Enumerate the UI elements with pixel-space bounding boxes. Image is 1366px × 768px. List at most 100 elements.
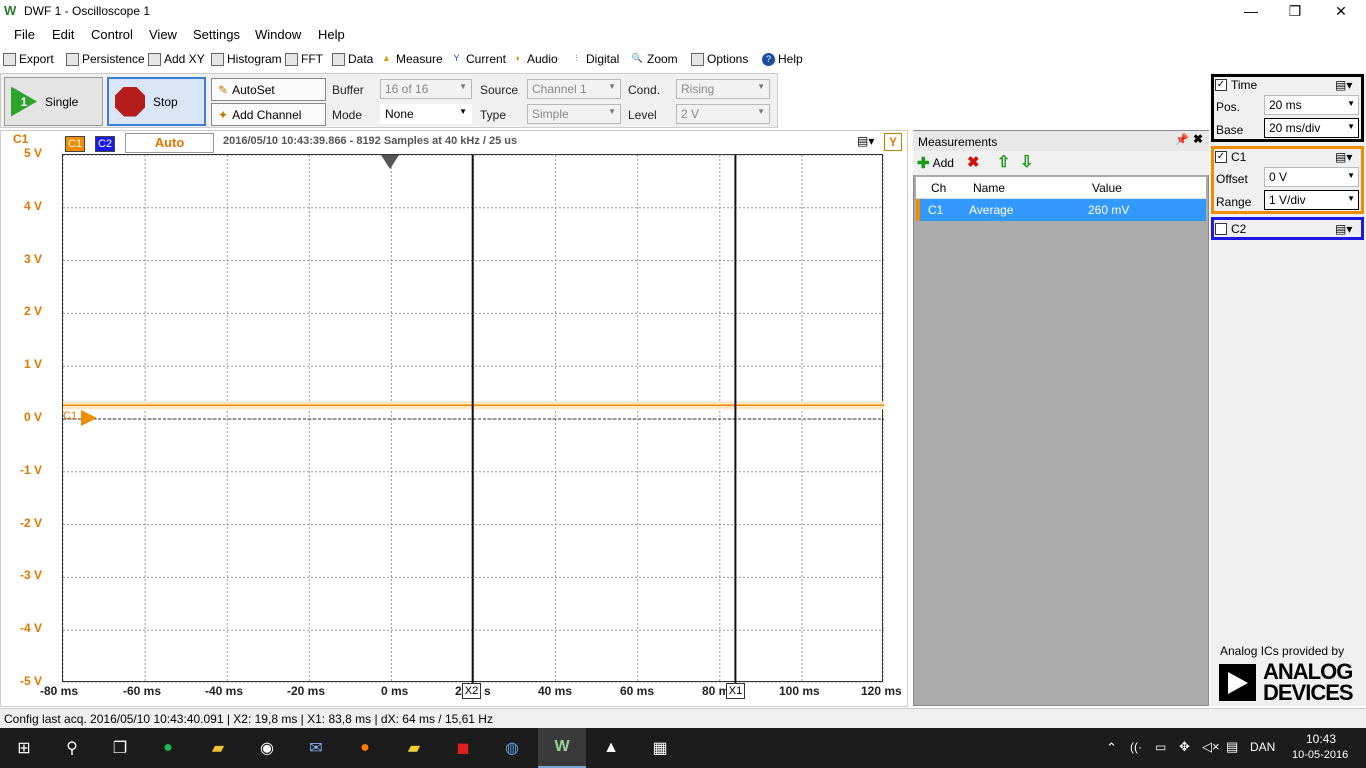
language-indicator[interactable]: DAN — [1250, 740, 1275, 754]
close-button[interactable]: ✕ — [1318, 0, 1364, 24]
level-label: Level — [628, 108, 657, 122]
move-down-icon[interactable]: ⇩ — [1020, 152, 1033, 172]
type-select[interactable]: Simple ▼ — [527, 104, 621, 124]
network-icon[interactable]: ((· — [1130, 740, 1142, 754]
x-tick-label: 2 — [455, 684, 462, 698]
add-measurement-button[interactable]: ✚ Add — [917, 154, 954, 172]
battery-icon[interactable]: ▭ — [1155, 740, 1166, 754]
toolbar-persistence[interactable]: Persistence — [66, 52, 145, 66]
single-button[interactable]: 1 Single — [4, 77, 103, 126]
waveforms-icon[interactable]: W — [538, 728, 586, 768]
toolbar-fft[interactable]: FFT — [285, 52, 323, 66]
delete-measurement-icon[interactable]: ✖ — [967, 153, 980, 171]
row-name: Average — [969, 203, 1014, 217]
pos-input[interactable]: 20 ms ▼ — [1264, 95, 1359, 115]
menu-file[interactable]: File — [14, 27, 35, 42]
spotify-icon[interactable]: ● — [144, 728, 192, 768]
c2-options-icon[interactable]: ▤▾ — [1335, 222, 1352, 236]
toolbar-export[interactable]: Export — [3, 52, 54, 66]
x-tick-label: -60 ms — [123, 684, 162, 698]
base-input[interactable]: 20 ms/div ▼ — [1264, 118, 1359, 138]
film-icon[interactable]: ▦ — [636, 728, 684, 768]
restore-button[interactable]: ❐ — [1272, 0, 1318, 24]
y-tick-label: 2 V — [23, 304, 42, 319]
folder-icon[interactable]: ▰ — [390, 728, 438, 768]
time-options-icon[interactable]: ▤▾ — [1335, 78, 1352, 92]
toolbar-persistence-label: Persistence — [82, 52, 145, 66]
photos-icon[interactable]: ▲ — [587, 728, 635, 768]
task-view-icon[interactable]: ❐ — [96, 728, 144, 768]
mode-select[interactable]: None ▼ — [380, 104, 472, 124]
autoset-button[interactable]: ✎ AutoSet — [211, 78, 326, 101]
menu-bar: File Edit Control View Settings Window H… — [0, 24, 1366, 46]
cursor-x2-handle[interactable]: X2 — [462, 683, 481, 699]
offset-input[interactable]: 0 V ▼ — [1264, 167, 1359, 187]
trigger-position-marker[interactable] — [381, 155, 399, 169]
dropbox-icon[interactable]: ✥ — [1179, 739, 1190, 755]
menu-settings[interactable]: Settings — [193, 27, 240, 42]
menu-control[interactable]: Control — [91, 27, 133, 42]
c2-tag[interactable]: C2 — [95, 136, 115, 152]
volume-icon[interactable]: ◁× — [1202, 739, 1220, 755]
audio-icon: ◖ — [514, 52, 521, 63]
source-select[interactable]: Channel 1 ▼ — [527, 79, 621, 99]
globe-icon[interactable]: ◍ — [488, 728, 536, 768]
menu-view[interactable]: View — [149, 27, 177, 42]
notifications-icon[interactable]: ▤ — [1226, 739, 1238, 755]
column-value[interactable]: Value — [1092, 181, 1122, 195]
source-label: Source — [480, 83, 519, 97]
toolbar-help[interactable]: ? Help — [762, 52, 803, 66]
menu-help[interactable]: Help — [318, 27, 345, 42]
toolbar-current[interactable]: Y Current — [450, 52, 506, 66]
c1-checkbox[interactable]: ✓ — [1215, 151, 1227, 163]
y-axis-button[interactable]: Y — [884, 133, 902, 151]
stop-button[interactable]: Stop — [107, 77, 206, 126]
start-icon[interactable]: ⊞ — [0, 728, 48, 768]
toolbar-histogram[interactable]: Histogram — [211, 52, 282, 66]
file-explorer-icon[interactable]: ▰ — [194, 728, 242, 768]
toolbar-measure[interactable]: ▲ Measure — [380, 52, 443, 66]
toolbar-options[interactable]: Options — [691, 52, 748, 66]
xy-icon — [148, 52, 161, 66]
range-label: Range — [1216, 195, 1252, 209]
chevron-down-icon: ▼ — [459, 82, 467, 91]
close-icon[interactable]: ✖ — [1193, 132, 1203, 146]
toolbar-digital[interactable]: ⫶ Digital — [570, 52, 619, 66]
toolbar-histogram-label: Histogram — [227, 52, 282, 66]
pdf-icon[interactable]: ◼ — [439, 728, 487, 768]
scope-plot[interactable] — [62, 154, 885, 684]
pin-icon[interactable]: 📌 — [1175, 133, 1189, 146]
toolbar-data[interactable]: Data — [332, 52, 373, 66]
minimize-button[interactable]: — — [1228, 0, 1274, 24]
table-row[interactable]: C1 Average 260 mV — [916, 199, 1206, 221]
c1-offset-marker[interactable] — [81, 410, 97, 426]
app-icon[interactable]: ◉ — [243, 728, 291, 768]
firefox-icon[interactable]: ● — [341, 728, 389, 768]
clock-date[interactable]: 10-05-2016 — [1292, 749, 1348, 761]
cursor-x1-handle[interactable]: X1 — [726, 683, 745, 699]
tray-arrow-icon[interactable]: ⌃ — [1106, 740, 1117, 756]
buffer-value: 16 of 16 — [385, 82, 429, 96]
move-up-icon[interactable]: ⇧ — [997, 152, 1010, 172]
menu-window[interactable]: Window — [255, 27, 301, 42]
toolbar-digital-label: Digital — [586, 52, 620, 66]
c2-checkbox[interactable] — [1215, 223, 1227, 235]
menu-edit[interactable]: Edit — [52, 27, 74, 42]
level-select[interactable]: 2 V ▼ — [676, 104, 770, 124]
toolbar-audio[interactable]: ◖ Audio — [511, 52, 558, 66]
cond-select[interactable]: Rising ▼ — [676, 79, 770, 99]
toolbar-zoom[interactable]: 🔍 Zoom — [631, 52, 678, 66]
search-icon[interactable]: ⚲ — [48, 728, 96, 768]
buffer-select[interactable]: 16 of 16 ▼ — [380, 79, 472, 99]
c1-options-icon[interactable]: ▤▾ — [1335, 150, 1352, 164]
scope-options-icon[interactable]: ▤▾ — [857, 134, 874, 148]
column-name[interactable]: Name — [973, 181, 1005, 195]
add-channel-button[interactable]: ✦ Add Channel — [211, 103, 326, 126]
time-checkbox[interactable]: ✓ — [1215, 79, 1227, 91]
range-input[interactable]: 1 V/div ▼ — [1264, 190, 1359, 210]
mail-icon[interactable]: ✉ — [292, 728, 340, 768]
column-ch[interactable]: Ch — [931, 181, 946, 195]
clock-time[interactable]: 10:43 — [1306, 732, 1336, 746]
toolbar-add-xy[interactable]: Add XY — [148, 52, 205, 66]
c1-tag[interactable]: C1 — [65, 136, 85, 152]
